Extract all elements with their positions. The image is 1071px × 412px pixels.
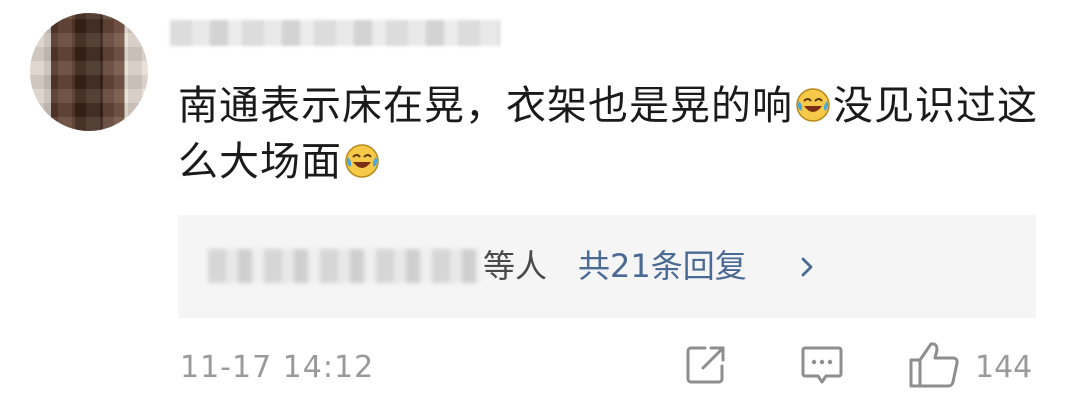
avatar-pixelation: [30, 13, 148, 131]
comment-text: 南通表示床在晃，衣架也是晃的响 没见识过这么大场面: [178, 78, 1038, 190]
avatar[interactable]: [30, 13, 148, 131]
laughing-crying-emoji-icon: [345, 144, 379, 178]
reply-etc-label: 等人: [483, 247, 548, 285]
like-icon[interactable]: [907, 340, 961, 388]
comment-icon[interactable]: [800, 344, 844, 386]
reply-count-link[interactable]: 共21条回复: [578, 245, 747, 287]
comment-timestamp: 11-17 14:12: [180, 350, 375, 385]
share-icon[interactable]: [685, 344, 727, 386]
username[interactable]: [170, 20, 500, 46]
replies-preview[interactable]: 等人 共21条回复: [178, 215, 1036, 318]
laughing-crying-emoji-icon: [796, 88, 830, 122]
reply-user-names: [208, 249, 480, 283]
like-count: 144: [975, 350, 1033, 385]
comment-text-part-1: 南通表示床在晃，衣架也是晃的响: [178, 83, 793, 129]
chevron-right-icon[interactable]: [796, 255, 820, 279]
